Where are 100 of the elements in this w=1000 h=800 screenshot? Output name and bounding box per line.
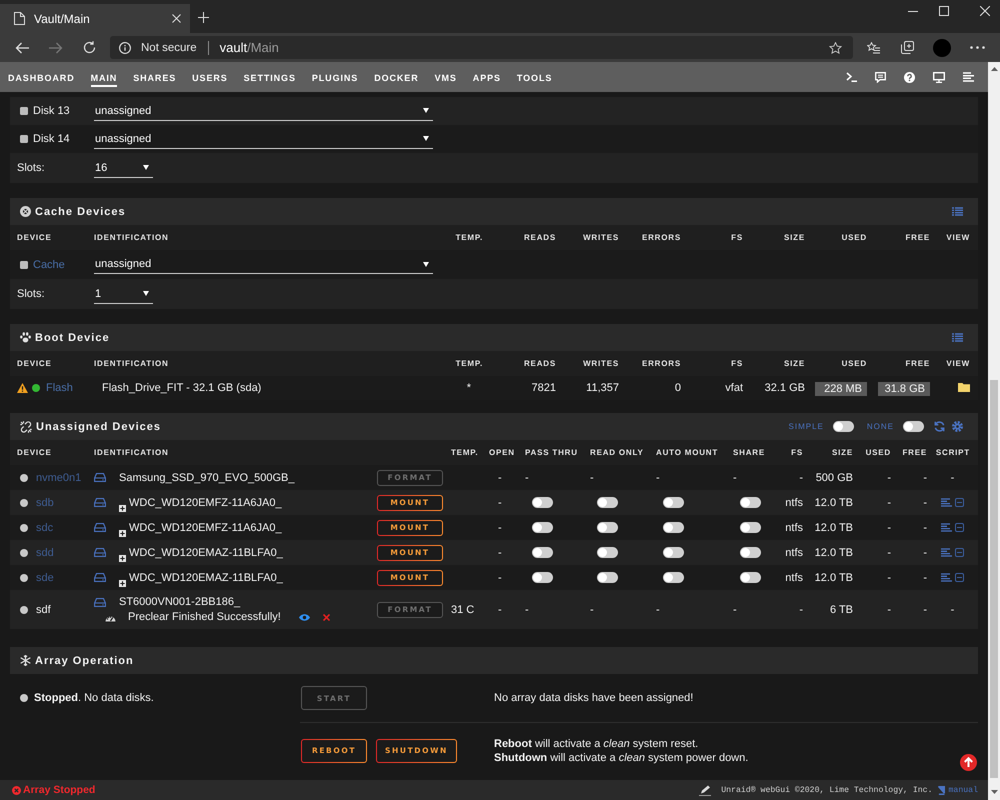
help-icon[interactable] (904, 72, 915, 82)
nav-tab[interactable]: SETTINGS (244, 71, 296, 87)
plus-icon[interactable] (119, 580, 126, 586)
toggle-switch[interactable] (532, 547, 553, 558)
minus-square-icon[interactable] (955, 523, 964, 532)
status-icon (20, 107, 28, 115)
minus-square-icon[interactable] (955, 548, 964, 557)
snowflake-icon (20, 655, 31, 666)
terminal-icon[interactable] (846, 72, 857, 82)
minimize-icon[interactable] (908, 10, 918, 12)
device-link[interactable]: Cache (33, 258, 65, 270)
table-cell-text: - (497, 604, 503, 616)
toggle-switch[interactable] (597, 497, 618, 508)
table-cell-text: * (466, 382, 472, 394)
plus-icon[interactable] (119, 554, 126, 562)
table-cell: 32.1 GB (764, 382, 805, 394)
drive-icon (94, 573, 106, 582)
collections-icon[interactable] (901, 41, 914, 54)
toggle-switch[interactable] (663, 572, 684, 583)
device-select[interactable]: unassigned (94, 102, 433, 120)
slots-select[interactable]: 1 (94, 284, 153, 304)
device-identification: Flash_Drive_FIT - 32.1 GB (sda) (101, 382, 262, 394)
nav-tab[interactable]: PLUGINS (312, 71, 358, 87)
table-cell: 6 TB (830, 604, 853, 616)
toggle-switch[interactable] (832, 421, 854, 432)
pencil-icon (699, 784, 712, 796)
table-cell: - (799, 604, 803, 616)
table-cell: vfat (725, 382, 743, 394)
caret-down-icon[interactable] (990, 790, 998, 794)
table-cell: - (887, 572, 891, 584)
favorites-icon[interactable] (867, 42, 880, 54)
column-header: WRITES (583, 359, 619, 368)
nav-tab[interactable]: MAIN (90, 71, 118, 87)
column-header: FS (731, 233, 743, 242)
toggle-switch[interactable] (740, 497, 761, 508)
toggle-switch[interactable] (663, 497, 684, 508)
toggle-switch[interactable] (740, 572, 761, 583)
table-cell: - (887, 496, 891, 508)
nav-tab[interactable]: TOOLS (516, 71, 552, 87)
preclear-status: Preclear Finished Successfully! (128, 611, 281, 623)
toggle-switch[interactable] (597, 572, 618, 583)
maximize-icon[interactable] (939, 6, 949, 16)
eye-icon[interactable] (298, 614, 310, 620)
toggle-switch[interactable] (663, 522, 684, 533)
device-select[interactable]: unassigned (94, 255, 433, 274)
back-icon[interactable] (15, 42, 29, 54)
nav-tab[interactable]: USERS (192, 71, 228, 87)
slots-select[interactable]: 16 (94, 158, 153, 178)
section-title: Unassigned Devices (36, 420, 161, 432)
document-icon (14, 12, 25, 25)
nav-tab[interactable]: SHARES (133, 71, 176, 87)
nav-tab[interactable]: DASHBOARD (8, 71, 75, 87)
log-icon[interactable] (941, 523, 952, 532)
minus-square-icon[interactable] (955, 498, 964, 507)
browser-tab[interactable]: Vault/Main (0, 4, 190, 33)
nav-tab[interactable]: APPS (472, 71, 501, 87)
disc-icon (20, 206, 31, 217)
log-icon[interactable] (941, 498, 952, 507)
security-label: Not secure (141, 42, 197, 54)
monitor-icon[interactable] (933, 72, 945, 82)
free-value: 31.8 GB (878, 382, 930, 396)
toggle-switch[interactable] (663, 547, 684, 558)
plus-icon[interactable] (119, 504, 126, 512)
scrollbar[interactable] (988, 62, 1000, 800)
minus-square-icon[interactable] (955, 573, 964, 582)
address-field[interactable]: Not secure vault/Main (110, 36, 853, 59)
toggle-switch[interactable] (532, 497, 553, 508)
star-icon[interactable] (829, 42, 842, 54)
toggle-switch[interactable] (740, 547, 761, 558)
toggle-switch[interactable] (597, 522, 618, 533)
more-icon[interactable] (970, 46, 985, 49)
forward-icon[interactable] (49, 42, 63, 54)
column-header: READ ONLY (590, 448, 645, 457)
nav-tab[interactable]: DOCKER (374, 71, 419, 87)
arrow-up-icon[interactable] (960, 754, 977, 771)
table-cell: ntfs (785, 496, 803, 508)
nav-tab[interactable]: VMS (434, 71, 457, 87)
array-status: Stopped. No data disks. (34, 692, 154, 704)
toggle-switch[interactable] (597, 547, 618, 558)
list-icon[interactable] (952, 207, 963, 216)
caret-up-icon[interactable] (990, 67, 998, 71)
toggle-switch[interactable] (532, 522, 553, 533)
list-icon[interactable] (952, 333, 963, 342)
toggle-switch[interactable] (532, 572, 553, 583)
scrollbar-thumb[interactable] (990, 380, 998, 778)
table-cell: 11,357 (586, 382, 619, 394)
toggle-switch[interactable] (903, 421, 924, 432)
device-select[interactable]: unassigned (94, 130, 433, 148)
feedback-icon[interactable] (875, 72, 886, 82)
log-icon[interactable] (941, 548, 952, 557)
plus-icon[interactable] (119, 530, 126, 536)
power-note: Reboot will activate a clean system reset. (494, 738, 698, 750)
device-link[interactable]: Flash (46, 382, 73, 394)
table-cell: ntfs (785, 522, 803, 534)
log-icon[interactable] (941, 573, 952, 582)
toggle-switch[interactable] (740, 522, 761, 533)
table-cell-text: - (733, 604, 738, 616)
folder-icon[interactable] (958, 382, 970, 392)
info-icon[interactable] (119, 42, 131, 54)
settings-icon[interactable] (952, 421, 963, 432)
